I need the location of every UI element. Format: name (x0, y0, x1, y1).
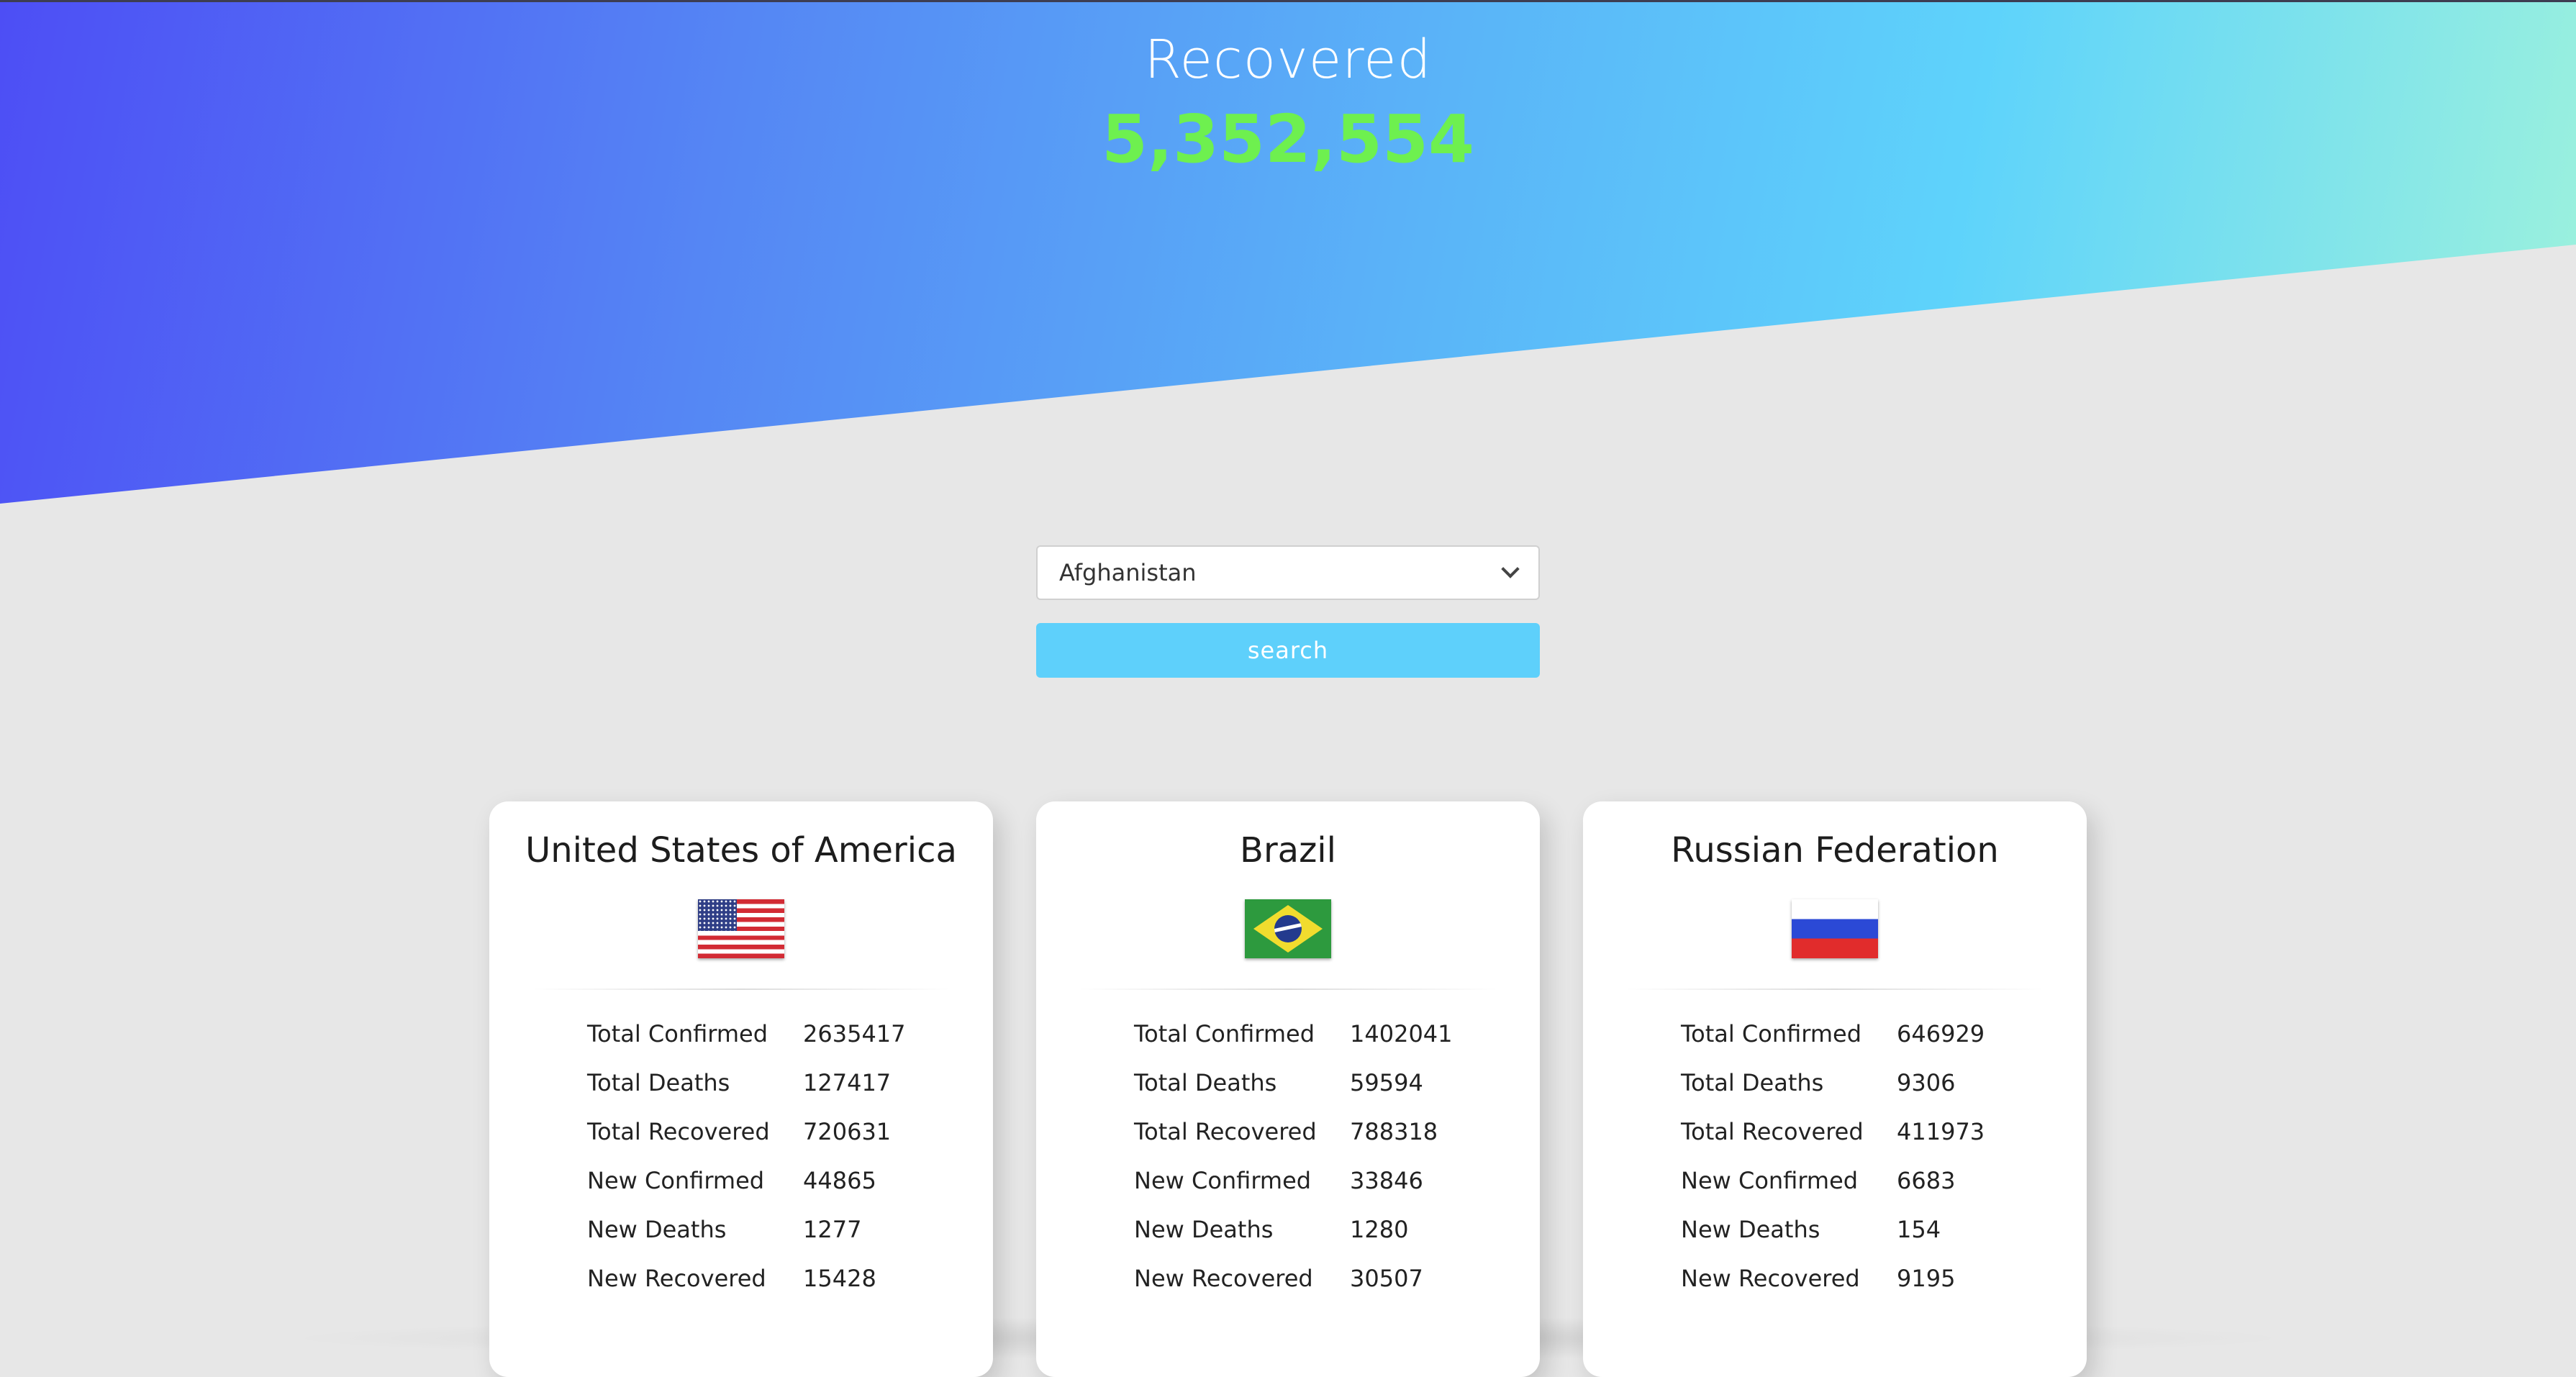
stat-row-new-recovered: New Recovered 15428 (587, 1265, 947, 1294)
stat-row-new-recovered: New Recovered 30507 (1134, 1265, 1494, 1294)
stat-row-new-deaths: New Deaths 1280 (1134, 1216, 1494, 1245)
stat-row-total-recovered: Total Recovered 720631 (587, 1118, 947, 1147)
stat-row-total-deaths: Total Deaths 9306 (1681, 1069, 2041, 1098)
stat-label: New Deaths (1134, 1216, 1274, 1243)
stat-value: 59594 (1350, 1069, 1423, 1096)
stat-row-total-confirmed: Total Confirmed 646929 (1681, 1020, 2041, 1049)
stat-value: 720631 (803, 1118, 892, 1145)
stat-row-new-deaths: New Deaths 154 (1681, 1216, 2041, 1245)
country-select-value: Afghanistan (1059, 559, 1197, 586)
stat-label: Total Recovered (587, 1118, 770, 1145)
stat-label: New Confirmed (1681, 1167, 1859, 1194)
stat-label: Total Deaths (1681, 1069, 1824, 1096)
stat-value: 1280 (1350, 1216, 1409, 1243)
stat-value: 2635417 (803, 1020, 906, 1047)
recovered-label: Recovered (1144, 29, 1432, 91)
stat-row-total-recovered: Total Recovered 411973 (1681, 1118, 2041, 1147)
card-country-name: United States of America (525, 830, 957, 871)
stat-value: 127417 (803, 1069, 892, 1096)
stat-value: 9195 (1897, 1265, 1956, 1292)
stat-value: 15428 (803, 1265, 876, 1292)
stat-value: 44865 (803, 1167, 876, 1194)
stat-row-new-confirmed: New Confirmed 33846 (1134, 1167, 1494, 1196)
stat-value: 646929 (1897, 1020, 1985, 1047)
card-country-name: Brazil (1240, 830, 1336, 871)
stat-row-total-deaths: Total Deaths 59594 (1134, 1069, 1494, 1098)
stat-row-total-confirmed: Total Confirmed 2635417 (587, 1020, 947, 1049)
stat-value: 788318 (1350, 1118, 1438, 1145)
card-divider (532, 989, 950, 990)
stat-row-new-deaths: New Deaths 1277 (587, 1216, 947, 1245)
stat-label: New Recovered (587, 1265, 766, 1292)
stat-label: New Recovered (1681, 1265, 1860, 1292)
country-card-usa: United States of America Total Confirmed… (489, 801, 993, 1377)
stat-value: 411973 (1897, 1118, 1985, 1145)
country-card-russia: Russian Federation Total Confirmed 64692… (1583, 801, 2087, 1377)
stat-label: Total Confirmed (1681, 1020, 1862, 1047)
chevron-down-icon (1501, 560, 1520, 578)
stat-row-new-recovered: New Recovered 9195 (1681, 1265, 2041, 1294)
stat-row-total-confirmed: Total Confirmed 1402041 (1134, 1020, 1494, 1049)
stat-label: Total Deaths (1134, 1069, 1277, 1096)
search-button[interactable]: search (1036, 623, 1540, 678)
stat-label: Total Confirmed (1134, 1020, 1315, 1047)
stat-value: 1402041 (1350, 1020, 1453, 1047)
stat-value: 9306 (1897, 1069, 1956, 1096)
stat-label: Total Confirmed (587, 1020, 768, 1047)
russia-flag-icon (1792, 899, 1878, 958)
stat-label: Total Deaths (587, 1069, 730, 1096)
stat-row-total-recovered: Total Recovered 788318 (1134, 1118, 1494, 1147)
stat-label: New Deaths (1681, 1216, 1820, 1243)
country-card-brazil: Brazil Total Confirmed 1402041 Total Dea… (1036, 801, 1540, 1377)
stat-row-new-confirmed: New Confirmed 6683 (1681, 1167, 2041, 1196)
brazil-flag-icon (1245, 899, 1331, 958)
stat-value: 1277 (803, 1216, 862, 1243)
us-flag-icon (698, 899, 784, 958)
card-divider (1079, 989, 1497, 990)
stat-label: Total Recovered (1134, 1118, 1317, 1145)
stat-row-new-confirmed: New Confirmed 44865 (587, 1167, 947, 1196)
stat-value: 30507 (1350, 1265, 1423, 1292)
card-country-name: Russian Federation (1671, 830, 1999, 871)
stat-value: 154 (1897, 1216, 1941, 1243)
stat-label: New Confirmed (1134, 1167, 1312, 1194)
stat-label: New Confirmed (587, 1167, 765, 1194)
stat-row-total-deaths: Total Deaths 127417 (587, 1069, 947, 1098)
stat-value: 33846 (1350, 1167, 1423, 1194)
country-select[interactable]: Afghanistan (1036, 545, 1540, 600)
window-top-border (0, 0, 2576, 2)
stat-label: New Recovered (1134, 1265, 1313, 1292)
recovered-count: 5,352,554 (1102, 101, 1474, 178)
card-divider (1626, 989, 2044, 990)
stat-value: 6683 (1897, 1167, 1956, 1194)
stat-label: New Deaths (587, 1216, 727, 1243)
stat-label: Total Recovered (1681, 1118, 1864, 1145)
